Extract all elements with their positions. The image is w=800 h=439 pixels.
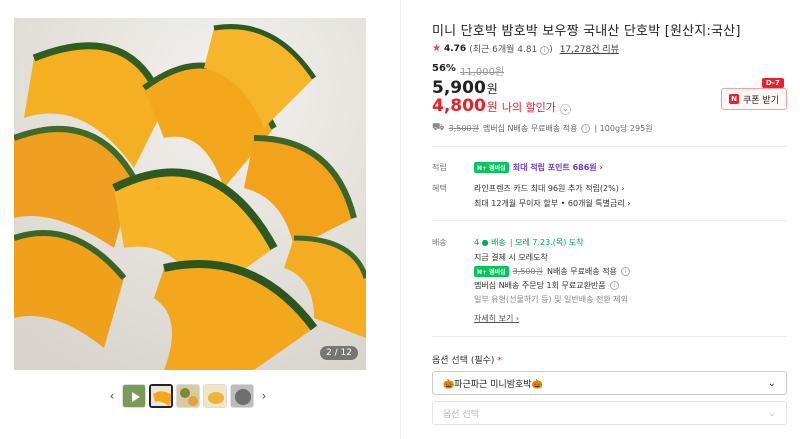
- option-selected-value: 🎃파근파근 미니밤호박🎃: [443, 379, 543, 390]
- thumbnail-2[interactable]: [149, 384, 173, 408]
- chevron-down-icon: ⌄: [767, 407, 776, 419]
- naver-n-icon: N: [729, 94, 739, 104]
- option-label: 옵션 선택 (필수) *: [432, 356, 502, 366]
- rating-row: ★ 4.76 (최근 6개월 4.81 i) 17,278건 리뷰: [432, 42, 619, 55]
- thumbnail-strip: ‹ ›: [105, 382, 271, 410]
- pumpkin-photo: [14, 18, 366, 370]
- thumb-prev-button[interactable]: ‹: [105, 384, 119, 408]
- my-price-label: 나의 할인가: [501, 101, 556, 114]
- chevron-down-icon: ⌄: [767, 377, 776, 389]
- delivery-free-text: N배송 무료배송 적용: [546, 267, 617, 276]
- benefit-line-2[interactable]: 최대 12개월 무이자 할부 • 60개월 특별금리 ›: [474, 198, 630, 209]
- sale-price: 5,900: [432, 78, 486, 98]
- product-gallery: 2 / 12 ‹ ›: [0, 0, 400, 439]
- product-main-image[interactable]: 2 / 12: [14, 18, 366, 370]
- original-price: 11,000원: [459, 67, 505, 78]
- details-link[interactable]: 자세히 보기 ›: [474, 313, 519, 324]
- video-thumb-icon: [123, 385, 145, 407]
- price-unit: 원: [486, 82, 498, 96]
- chevron-down-icon[interactable]: ⌄: [559, 103, 571, 115]
- pumpkin-thumb-icon: [204, 385, 226, 407]
- my-price-row[interactable]: 4,800원 나의 할인가 ⌄: [432, 96, 571, 116]
- pumpkin-thumb-icon: [231, 385, 253, 407]
- price-row: 5,900 원: [432, 78, 498, 98]
- rating-note: (최근 6개월 4.81 i): [469, 45, 553, 55]
- discount-percent: 56%: [432, 63, 456, 74]
- section-divider: [432, 220, 787, 221]
- benefit-line-1[interactable]: 라인프렌즈 카드 최대 96원 추가 적립(2%) ›: [474, 183, 625, 194]
- product-title: 미니 단호박 밤호박 보우짱 국내산 단호박 [원산지:국산]: [432, 24, 741, 39]
- points-row[interactable]: N+ 멤버십 최대 적립 포인트 686원 ›: [474, 162, 603, 173]
- required-mark: *: [497, 356, 502, 366]
- info-icon[interactable]: i: [609, 281, 619, 290]
- shipping-fee: 3,500원: [448, 124, 479, 133]
- delivery-arrival-row: 4 ● 배송 | 모레 7.23.(목) 도착: [474, 237, 584, 248]
- delivery-line-2: 지금 결제 시 모레도착: [474, 253, 548, 262]
- delivery-line-5: 일부 유형(선물하기 등) 및 일반배송 전환 제외: [474, 295, 628, 304]
- section-divider: [432, 146, 787, 147]
- npay-membership-badge: N+ 멤버십: [474, 162, 509, 173]
- points-text: 최대 적립 포인트 686원 ›: [512, 163, 603, 172]
- product-info-panel: 미니 단호박 밤호박 보우짱 국내산 단호박 [원산지:국산] ★ 4.76 (…: [432, 0, 792, 439]
- points-label: 적립: [432, 163, 447, 172]
- my-price: 4,800: [432, 96, 486, 116]
- benefits-label: 혜택: [432, 184, 447, 193]
- rating-score: 4.76: [443, 43, 467, 54]
- info-icon[interactable]: i: [540, 46, 550, 55]
- option-select-1[interactable]: 🎃파근파근 미니밤호박🎃 ⌄: [432, 371, 787, 395]
- npay-membership-badge: N+ 멤버십: [474, 266, 509, 277]
- shipping-text: 멤버십 N배송 무료배송 적용: [482, 124, 578, 133]
- option-placeholder: 옵션 선택: [443, 409, 479, 420]
- delivery-fee: 3,500원: [512, 267, 543, 276]
- delivery-badge: 4 ● 배송: [474, 238, 506, 247]
- coupon-dday-badge: D-7: [762, 78, 784, 88]
- truck-icon: ⛟: [432, 122, 445, 133]
- thumbnail-3[interactable]: [176, 384, 200, 408]
- thumbnail-4[interactable]: [203, 384, 227, 408]
- coupon-label: 쿠폰 받기: [743, 95, 779, 106]
- panel-divider: [400, 0, 401, 439]
- delivery-return-row: 멤버십 N배송 주문당 1회 무료교환반품 i: [474, 280, 619, 291]
- option-select-2[interactable]: 옵션 선택 ⌄: [432, 401, 787, 425]
- pumpkin-thumb-icon: [151, 386, 171, 406]
- unit-price: | 100g당 295원: [594, 124, 653, 133]
- my-price-unit: 원: [486, 100, 498, 114]
- section-divider: [432, 336, 787, 337]
- delivery-free-row: N+ 멤버십 3,500원 N배송 무료배송 적용 i: [474, 266, 630, 277]
- thumbnail-1[interactable]: [122, 384, 146, 408]
- image-counter: 2 / 12: [320, 346, 358, 360]
- info-icon[interactable]: i: [620, 267, 630, 276]
- thumb-next-button[interactable]: ›: [257, 384, 271, 408]
- thumbnail-5[interactable]: [230, 384, 254, 408]
- coupon-button[interactable]: N 쿠폰 받기: [721, 88, 787, 110]
- star-icon: ★: [432, 43, 441, 54]
- info-icon[interactable]: i: [581, 124, 591, 133]
- shipping-row: ⛟ 3,500원 멤버십 N배송 무료배송 적용 i | 100g당 295원: [432, 122, 653, 135]
- delivery-label: 배송: [432, 238, 447, 247]
- reviews-link[interactable]: 17,278건 리뷰: [560, 42, 619, 55]
- delivery-line-4: 멤버십 N배송 주문당 1회 무료교환반품: [474, 281, 606, 290]
- delivery-arrival: | 모레 7.23.(목) 도착: [509, 238, 584, 247]
- discount-row: 56% 11,000원: [432, 63, 504, 78]
- pumpkin-thumb-icon: [177, 385, 199, 407]
